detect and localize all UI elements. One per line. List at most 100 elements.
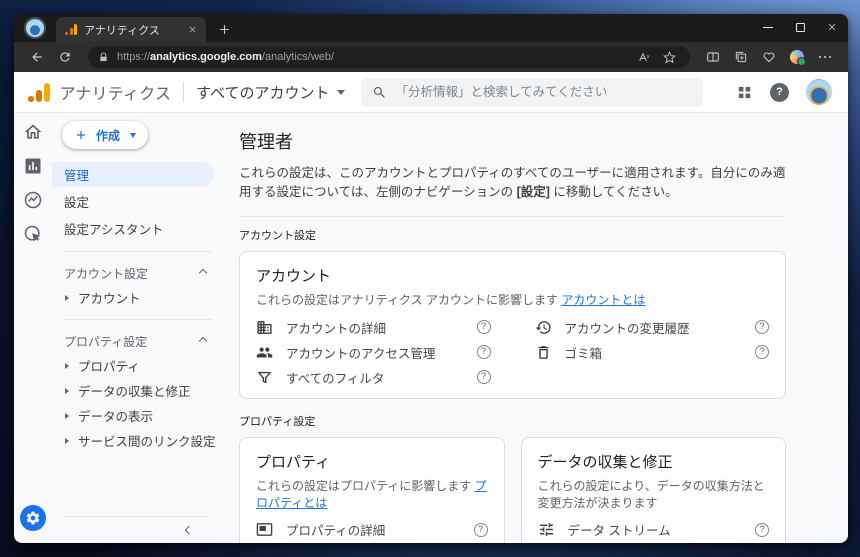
account-settings-label: アカウント設定 [239,229,316,242]
help-circle-icon[interactable] [476,320,491,335]
apps-grid-icon[interactable] [736,84,753,101]
maximize-button[interactable] [784,14,816,40]
expand-arrow-icon [65,412,69,419]
tab-close-icon[interactable] [185,22,200,37]
plus-icon [76,130,86,140]
filter-icon [256,369,273,386]
address-bar[interactable]: https://analytics.google.com/analytics/w… [88,46,690,68]
data-collection-row[interactable]: データの収集 [538,541,770,543]
chevron-up-icon [198,268,208,278]
property-details-row[interactable]: プロパティの詳細 [256,518,488,542]
admin-gear-icon[interactable] [20,505,46,531]
reports-icon[interactable] [23,156,43,176]
help-circle-icon[interactable] [755,345,769,360]
browser-profile-avatar[interactable] [24,17,46,39]
account-change-history-row[interactable]: アカウントの変更履歴 [535,315,769,340]
search-bar[interactable] [360,77,703,107]
analytics-logo-icon [28,82,50,102]
sidebar-item-data-collection[interactable]: データの収集と修正 [52,378,224,403]
property-settings-label: プロパティ設定 [239,415,316,428]
expand-arrow-icon [65,437,69,444]
sidebar-section-account[interactable]: アカウント設定 [52,261,224,285]
expand-arrow-icon [65,387,69,394]
analytics-header: アナリティクス すべてのアカウント ? [14,72,848,113]
help-icon[interactable]: ? [770,82,789,102]
help-circle-icon[interactable] [755,522,769,537]
building-icon [256,319,273,336]
details-icon [256,521,273,538]
chevron-left-icon [184,525,194,535]
sidebar-item-product-links[interactable]: サービス間のリンク設定 [52,428,224,453]
browser-tab-strip: アナリティクス [14,14,848,42]
copilot-icon[interactable] [784,45,810,69]
search-icon [373,86,385,98]
people-icon [256,344,273,361]
sidebar-item-setup-assistant[interactable]: 設定アシスタント [52,216,214,241]
sidebar-section-property[interactable]: プロパティ設定 [52,329,224,353]
help-circle-icon[interactable] [755,320,769,335]
chevron-up-icon [198,336,208,346]
user-avatar[interactable] [806,79,832,105]
refresh-icon[interactable] [52,45,78,69]
product-name: アナリティクス [59,86,172,103]
sidebar-item-admin[interactable]: 管理 [52,162,214,187]
admin-sidebar: 作成 管理 設定 設定アシスタント アカウント設定 アカウント プロパティ設定 [52,113,224,543]
browser-tab-analytics[interactable]: アナリティクス [56,17,206,42]
help-circle-icon[interactable] [476,370,491,385]
account-access-row[interactable]: アカウントのアクセス管理 [256,340,491,365]
data-streams-row[interactable]: データ ストリーム [538,518,769,542]
sidebar-item-account[interactable]: アカウント [52,285,224,310]
history-icon [535,319,552,336]
trash-row[interactable]: ゴミ箱 [535,340,769,365]
help-circle-icon[interactable] [476,345,491,360]
card-subtitle: これらの設定はアナリティクス アカウントに影響します アカウントとは [256,292,646,307]
card-title: データの収集と修正 [537,453,673,471]
chevron-down-icon [130,132,137,138]
account-picker[interactable]: すべてのアカウント [196,82,345,103]
help-circle-icon[interactable] [473,522,488,537]
new-tab-button[interactable] [212,17,236,41]
trash-icon [535,344,552,361]
search-input[interactable] [395,85,692,99]
browser-window: アナリティクス https://analytics.google.com/ana… [14,14,848,543]
more-options-icon[interactable] [812,45,838,69]
analytics-app: アナリティクス すべてのアカウント ? [14,72,848,543]
account-details-row[interactable]: アカウントの詳細 [256,315,491,340]
sidebar-item-settings[interactable]: 設定 [52,189,214,214]
streams-icon [538,521,555,538]
url-text: https://analytics.google.com/analytics/w… [117,51,335,63]
sidebar-item-data-display[interactable]: データの表示 [52,403,224,428]
browser-toolbar: https://analytics.google.com/analytics/w… [14,42,848,72]
collapse-sidebar-button[interactable] [52,523,224,543]
collections-icon[interactable] [728,45,754,69]
minimize-button[interactable] [752,14,784,40]
back-icon[interactable] [24,45,50,69]
navigation-rail [14,113,52,543]
account-help-link[interactable]: アカウントとは [561,293,645,307]
close-button[interactable] [816,14,848,40]
expand-arrow-icon [65,362,69,369]
advertising-icon[interactable] [23,224,43,244]
expand-arrow-icon [65,294,69,301]
explore-icon[interactable] [23,190,43,210]
property-card: プロパティ これらの設定はプロパティに影響します プロパティとは プロパティの詳… [239,436,505,543]
page-title: 管理者 [239,132,293,152]
page-description: これらの設定は、このアカウントとプロパティのすべてのユーザーに適用されます。自分… [239,166,786,200]
create-button[interactable]: 作成 [62,121,149,149]
tab-title: アナリティクス [84,24,160,37]
card-title: アカウント [256,267,332,285]
favorites-star-icon[interactable] [658,47,680,67]
analytics-favicon [65,24,77,35]
home-icon[interactable] [23,122,43,142]
card-title: プロパティ [256,453,331,471]
read-aloud-icon[interactable] [632,47,654,67]
chevron-down-icon [336,89,345,95]
property-access-row[interactable]: プロパティのアクセス管理 [256,541,488,543]
browser-essentials-icon[interactable] [756,45,782,69]
sidebar-item-property[interactable]: プロパティ [52,353,224,378]
card-subtitle: これらの設定により、データの収集方法と変更方法が決まります [537,478,765,510]
split-screen-icon[interactable] [700,45,726,69]
lock-icon [98,51,109,63]
admin-main: 管理者 これらの設定は、このアカウントとプロパティのすべてのユーザーに適用されま… [224,113,848,543]
all-filters-row[interactable]: すべてのフィルタ [256,365,491,390]
